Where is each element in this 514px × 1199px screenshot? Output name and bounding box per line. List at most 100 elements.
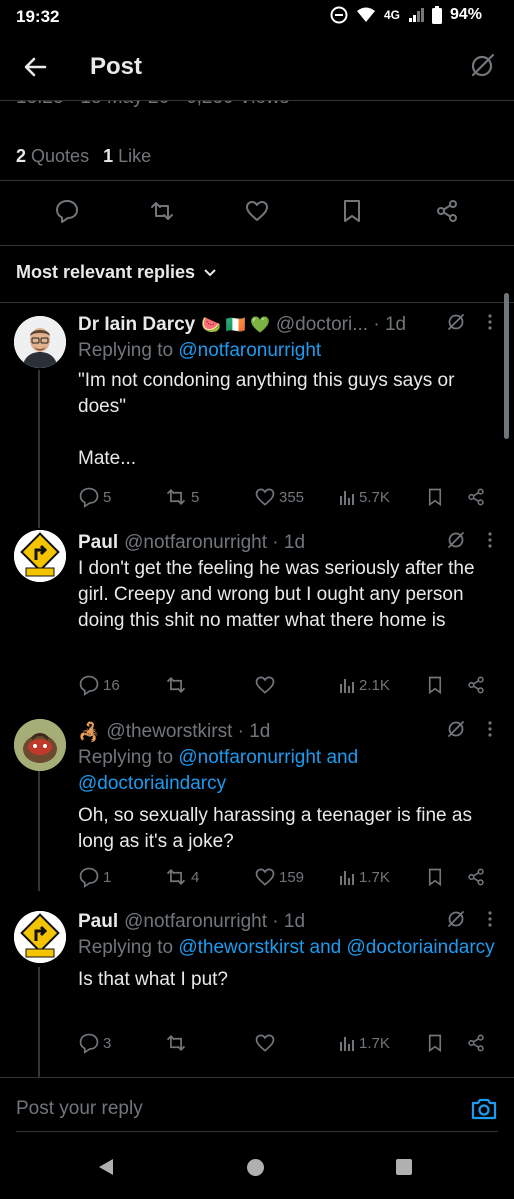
mention-link[interactable]: @theworstkirst and @doctoriaindarcy xyxy=(178,937,494,958)
author-handle[interactable]: @doctori... xyxy=(276,314,368,336)
reply-card[interactable]: 🦂 @theworstkirst · 1d Replying to @notfa… xyxy=(78,719,498,855)
scrollbar[interactable] xyxy=(504,293,509,439)
reply-action-bar: 5 5 355 5.7K xyxy=(78,484,498,510)
mention-link[interactable]: @notfaronurright xyxy=(178,340,321,361)
author-name[interactable]: Paul xyxy=(78,911,118,933)
share-button[interactable] xyxy=(466,672,486,698)
reply-button[interactable]: 3 xyxy=(78,1030,111,1056)
replying-to: Replying to @theworstkirst and @doctoria… xyxy=(78,937,495,958)
repost-button[interactable] xyxy=(164,1030,191,1056)
post-action-bar xyxy=(0,196,514,230)
divider xyxy=(0,180,514,181)
chevron-down-icon xyxy=(203,268,217,278)
reply-header: Paul @notfaronurright · 1d xyxy=(78,530,498,556)
reply-card[interactable]: Dr Iain Darcy 🍉 🇮🇪 💚 @doctori... · 1d Re… xyxy=(78,312,498,472)
reply-card[interactable]: Paul @notfaronurright · 1d Replying to @… xyxy=(78,909,498,993)
grok-icon[interactable] xyxy=(446,719,466,739)
nav-back-icon[interactable] xyxy=(96,1157,116,1177)
bookmark-button[interactable] xyxy=(426,864,444,890)
reply-action-bar: 1 4 159 1.7K xyxy=(78,864,498,890)
reply-header: Dr Iain Darcy 🍉 🇮🇪 💚 @doctori... · 1d xyxy=(78,312,498,338)
divider xyxy=(0,245,514,246)
like-button[interactable]: 159 xyxy=(254,864,304,890)
name-emojis: 🍉 🇮🇪 💚 xyxy=(201,317,270,334)
grok-icon[interactable] xyxy=(468,52,496,80)
bookmark-button[interactable] xyxy=(426,672,444,698)
share-icon[interactable] xyxy=(432,196,462,226)
reply-header: Paul @notfaronurright · 1d xyxy=(78,909,498,935)
more-options-icon[interactable] xyxy=(488,720,492,738)
camera-icon[interactable] xyxy=(470,1095,498,1123)
network-type: 4G xyxy=(383,8,400,22)
thread-connector xyxy=(38,370,40,528)
grok-icon[interactable] xyxy=(446,312,466,332)
battery-icon xyxy=(431,6,442,24)
grok-icon[interactable] xyxy=(446,909,466,929)
status-time: 19:32 xyxy=(16,7,60,26)
reply-icon[interactable] xyxy=(52,196,82,226)
views-button[interactable]: 2.1K xyxy=(338,672,390,698)
repost-icon[interactable] xyxy=(147,196,177,226)
likes-stat[interactable]: 1 Like xyxy=(103,146,151,167)
back-arrow-icon[interactable] xyxy=(20,52,50,82)
page-title: Post xyxy=(90,53,143,80)
avatar[interactable] xyxy=(14,719,66,771)
share-button[interactable] xyxy=(466,864,486,890)
nav-recents-icon[interactable] xyxy=(396,1159,412,1175)
avatar[interactable] xyxy=(14,316,66,368)
system-nav-bar xyxy=(0,1135,514,1199)
divider xyxy=(0,302,514,303)
replying-to: Replying to @notfaronurright xyxy=(78,340,322,361)
battery-level: 94% xyxy=(449,6,482,23)
author-handle[interactable]: @notfaronurright xyxy=(124,911,267,933)
views-button[interactable]: 1.7K xyxy=(338,1030,390,1056)
like-button[interactable] xyxy=(254,1030,279,1056)
reply-input[interactable]: Post your reply xyxy=(16,1098,143,1120)
more-options-icon[interactable] xyxy=(488,531,492,549)
share-button[interactable] xyxy=(466,484,486,510)
top-app-bar: Post xyxy=(0,36,514,100)
bookmark-button[interactable] xyxy=(426,1030,444,1056)
reply-header: 🦂 @theworstkirst · 1d xyxy=(78,719,498,745)
reply-text: I don't get the feeling he was seriously… xyxy=(78,558,480,631)
reply-text: Oh, so sexually harassing a teenager is … xyxy=(78,805,478,852)
nav-home-icon[interactable] xyxy=(247,1159,264,1176)
reply-time: 1d xyxy=(384,314,407,335)
reply-button[interactable]: 1 xyxy=(78,864,111,890)
repost-button[interactable] xyxy=(164,672,191,698)
reply-card[interactable]: Paul @notfaronurright · 1d I don't get t… xyxy=(78,530,498,634)
replying-to: Replying to @notfaronurright and @doctor… xyxy=(78,747,359,794)
grok-icon[interactable] xyxy=(446,530,466,550)
views-button[interactable]: 1.7K xyxy=(338,864,390,890)
reply-action-bar: 16 2.1K xyxy=(78,672,498,698)
more-options-icon[interactable] xyxy=(488,910,492,928)
author-name[interactable]: Paul xyxy=(78,532,118,554)
reply-button[interactable]: 5 xyxy=(78,484,111,510)
bookmark-icon[interactable] xyxy=(337,196,367,226)
reply-action-bar: 3 1.7K xyxy=(78,1030,498,1056)
share-button[interactable] xyxy=(466,1030,486,1056)
quotes-stat[interactable]: 2 Quotes xyxy=(16,146,89,167)
composer-underline xyxy=(16,1131,498,1132)
replies-sort-dropdown[interactable]: Most relevant replies xyxy=(16,262,217,283)
bookmark-button[interactable] xyxy=(426,484,444,510)
author-handle[interactable]: @notfaronurright xyxy=(124,532,267,554)
avatar[interactable] xyxy=(14,911,66,963)
post-stats: 2 Quotes 1 Like xyxy=(16,146,151,167)
author-name[interactable]: 🦂 xyxy=(78,722,100,743)
like-icon[interactable] xyxy=(242,196,272,226)
like-button[interactable]: 355 xyxy=(254,484,304,510)
author-name[interactable]: Dr Iain Darcy xyxy=(78,314,195,336)
reply-time: 1d xyxy=(283,911,306,932)
reply-button[interactable]: 16 xyxy=(78,672,120,698)
like-button[interactable] xyxy=(254,672,279,698)
repost-button[interactable]: 5 xyxy=(164,484,199,510)
status-icons: 4G 94% xyxy=(330,6,482,24)
repost-button[interactable]: 4 xyxy=(164,864,199,890)
author-handle[interactable]: @theworstkirst xyxy=(106,721,232,743)
views-button[interactable]: 5.7K xyxy=(338,484,390,510)
thread-connector xyxy=(38,967,40,1077)
divider xyxy=(0,100,514,101)
more-options-icon[interactable] xyxy=(488,313,492,331)
avatar[interactable] xyxy=(14,530,66,582)
